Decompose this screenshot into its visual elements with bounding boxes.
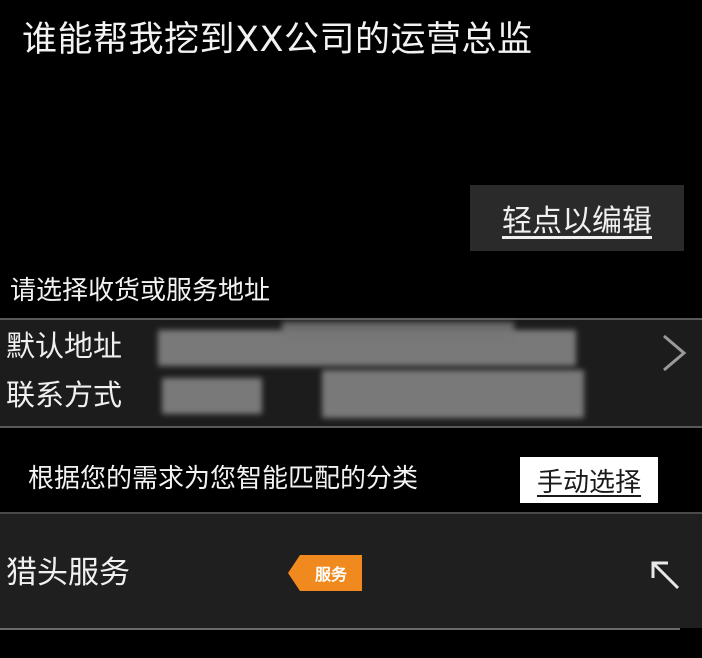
tag-notch [288, 555, 300, 591]
redacted-contact-phone [322, 370, 584, 418]
address-section-title: 请选择收货或服务地址 [10, 276, 271, 306]
redacted-address-top [282, 322, 514, 342]
row-divider [0, 628, 680, 630]
tap-to-edit-label: 轻点以编辑 [502, 204, 652, 239]
contact-label: 联系方式 [6, 378, 123, 412]
smart-match-text: 根据您的需求为您智能匹配的分类 [28, 464, 419, 494]
default-address-label: 默认地址 [6, 329, 123, 363]
address-selector[interactable]: 默认地址 联系方式 [0, 318, 702, 428]
tag-body: 服务 [300, 555, 362, 591]
manual-select-button[interactable]: 手动选择 [520, 457, 658, 503]
tap-to-edit-button[interactable]: 轻点以编辑 [470, 185, 684, 251]
chevron-right-icon[interactable] [660, 334, 688, 372]
redacted-contact-name [162, 378, 262, 414]
request-title[interactable]: 谁能帮我挖到XX公司的运营总监 [22, 14, 532, 66]
manual-select-label: 手动选择 [536, 467, 641, 498]
post-request-screen: 谁能帮我挖到XX公司的运营总监 轻点以编辑 请选择收货或服务地址 默认地址 联系… [0, 0, 702, 658]
category-label: 猎头服务 [6, 555, 130, 591]
arrow-up-left-icon[interactable] [648, 558, 682, 592]
category-row-headhunting[interactable]: 猎头服务 服务 [0, 512, 702, 630]
tag-label: 服务 [314, 565, 347, 584]
service-tag-badge: 服务 [288, 555, 362, 591]
